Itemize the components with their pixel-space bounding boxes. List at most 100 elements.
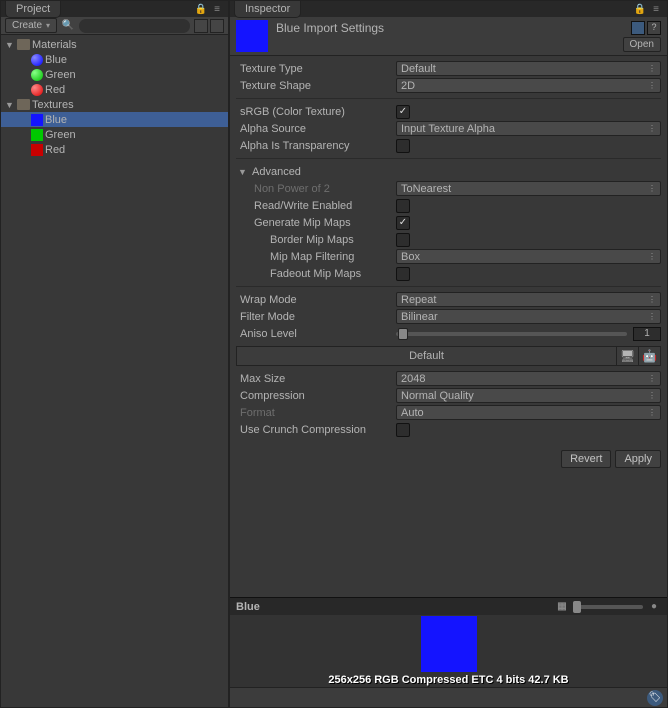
compression-label: Compression xyxy=(236,390,392,402)
mipmaps-checkbox[interactable]: ✓ xyxy=(396,216,410,230)
rgb-icon[interactable]: ▦ xyxy=(555,600,569,614)
tree-material-blue[interactable]: Blue xyxy=(1,52,228,67)
preset-icon[interactable] xyxy=(631,21,645,35)
tree-material-green[interactable]: Green xyxy=(1,67,228,82)
apply-button[interactable]: Apply xyxy=(615,450,661,468)
inspector-panel: Inspector 🔒 ≡ Blue Import Settings ? Ope… xyxy=(229,0,668,708)
alpha-transparency-checkbox[interactable] xyxy=(396,139,410,153)
border-mip-checkbox[interactable] xyxy=(396,233,410,247)
preview-area: 256x256 RGB Compressed ETC 4 bits 42.7 K… xyxy=(230,615,667,687)
inspector-properties: Texture Type Default⋮ Texture Shape 2D⋮ … xyxy=(230,56,667,446)
tree-label: Materials xyxy=(32,39,77,51)
border-mip-label: Border Mip Maps xyxy=(236,234,392,246)
wrap-label: Wrap Mode xyxy=(236,294,392,306)
filter-dropdown[interactable]: Bilinear⋮ xyxy=(396,309,661,324)
wrap-dropdown[interactable]: Repeat⋮ xyxy=(396,292,661,307)
project-tab[interactable]: Project xyxy=(5,1,61,18)
tree-textures[interactable]: ▼ Textures xyxy=(1,97,228,112)
fadeout-label: Fadeout Mip Maps xyxy=(236,268,392,280)
filter-by-type-icon[interactable] xyxy=(194,19,208,33)
texture-shape-label: Texture Shape xyxy=(236,80,392,92)
open-button[interactable]: Open xyxy=(623,37,661,52)
preview-caption: 256x256 RGB Compressed ETC 4 bits 42.7 K… xyxy=(328,674,568,686)
material-icon xyxy=(31,84,43,96)
search-input[interactable] xyxy=(79,19,190,33)
crunch-checkbox[interactable] xyxy=(396,423,410,437)
preview-header[interactable]: Blue ▦ ● xyxy=(230,597,667,615)
preview-image xyxy=(421,616,477,672)
tree-label: Green xyxy=(45,69,76,81)
format-dropdown: Auto⋮ xyxy=(396,405,661,420)
tree-label: Textures xyxy=(32,99,74,111)
asset-title: Blue Import Settings xyxy=(276,21,625,35)
platform-android-icon[interactable]: 🤖 xyxy=(638,347,660,365)
advanced-foldout[interactable]: ▼ Advanced xyxy=(236,163,661,180)
preview-name: Blue xyxy=(236,601,260,613)
create-button[interactable]: Create xyxy=(5,18,57,33)
texture-icon xyxy=(31,144,43,156)
inspector-tab-bar: Inspector 🔒 ≡ xyxy=(230,1,667,17)
panel-menu-icon[interactable]: ≡ xyxy=(210,2,224,16)
tree-label: Blue xyxy=(45,114,67,126)
fadeout-checkbox[interactable] xyxy=(396,267,410,281)
revert-button[interactable]: Revert xyxy=(561,450,611,468)
tree-label: Red xyxy=(45,144,65,156)
tree-label: Red xyxy=(45,84,65,96)
format-label: Format xyxy=(236,407,392,419)
platform-selector: Default 🖥 🤖 xyxy=(236,346,661,366)
help-icon[interactable]: ? xyxy=(647,21,661,35)
asset-footer: 🏷 xyxy=(230,687,667,707)
platform-standalone-icon[interactable]: 🖥 xyxy=(616,347,638,365)
inspector-tab[interactable]: Inspector xyxy=(234,1,301,18)
srgb-label: sRGB (Color Texture) xyxy=(236,106,392,118)
aniso-label: Aniso Level xyxy=(236,328,392,340)
fold-icon[interactable]: ▼ xyxy=(5,40,15,50)
panel-menu-icon[interactable]: ≡ xyxy=(649,2,663,16)
asset-thumbnail xyxy=(236,20,268,52)
alpha-source-label: Alpha Source xyxy=(236,123,392,135)
mip-filter-label: Mip Map Filtering xyxy=(236,251,392,263)
texture-shape-dropdown[interactable]: 2D⋮ xyxy=(396,78,661,93)
texture-type-dropdown[interactable]: Default⋮ xyxy=(396,61,661,76)
platform-default-tab[interactable]: Default xyxy=(237,348,616,364)
aniso-value[interactable]: 1 xyxy=(633,327,661,341)
tree-texture-red[interactable]: Red xyxy=(1,142,228,157)
mip-filter-dropdown[interactable]: Box⋮ xyxy=(396,249,661,264)
folder-icon xyxy=(17,99,30,110)
crunch-label: Use Crunch Compression xyxy=(236,424,392,436)
fold-icon[interactable]: ▼ xyxy=(5,100,15,110)
material-icon xyxy=(31,69,43,81)
filter-by-label-icon[interactable] xyxy=(210,19,224,33)
npot-label: Non Power of 2 xyxy=(236,183,392,195)
filter-label: Filter Mode xyxy=(236,311,392,323)
texture-icon xyxy=(31,114,43,126)
srgb-checkbox[interactable]: ✓ xyxy=(396,105,410,119)
project-tab-bar: Project 🔒 ≡ xyxy=(1,1,228,17)
project-toolbar: Create 🔍 xyxy=(1,17,228,35)
tree-label: Green xyxy=(45,129,76,141)
lock-icon[interactable]: 🔒 xyxy=(633,2,647,16)
alpha-source-dropdown[interactable]: Input Texture Alpha⋮ xyxy=(396,121,661,136)
alpha-transparency-label: Alpha Is Transparency xyxy=(236,140,392,152)
asset-label-icon[interactable]: 🏷 xyxy=(647,690,663,706)
revert-apply-row: Revert Apply xyxy=(230,446,667,476)
aniso-slider[interactable] xyxy=(396,332,627,336)
max-size-dropdown[interactable]: 2048⋮ xyxy=(396,371,661,386)
mipmaps-label: Generate Mip Maps xyxy=(236,217,392,229)
alpha-icon[interactable]: ● xyxy=(647,600,661,614)
rw-checkbox[interactable] xyxy=(396,199,410,213)
npot-dropdown: ToNearest⋮ xyxy=(396,181,661,196)
fold-icon: ▼ xyxy=(238,167,248,177)
material-icon xyxy=(31,54,43,66)
texture-icon xyxy=(31,129,43,141)
tree-materials[interactable]: ▼ Materials xyxy=(1,37,228,52)
project-panel: Project 🔒 ≡ Create 🔍 ▼ Materials Blue Gr… xyxy=(0,0,229,708)
rw-label: Read/Write Enabled xyxy=(236,200,392,212)
mip-preview-slider[interactable] xyxy=(573,605,643,609)
tree-material-red[interactable]: Red xyxy=(1,82,228,97)
search-icon: 🔍 xyxy=(61,19,75,33)
lock-icon[interactable]: 🔒 xyxy=(194,2,208,16)
tree-texture-blue[interactable]: Blue xyxy=(1,112,228,127)
tree-texture-green[interactable]: Green xyxy=(1,127,228,142)
compression-dropdown[interactable]: Normal Quality⋮ xyxy=(396,388,661,403)
